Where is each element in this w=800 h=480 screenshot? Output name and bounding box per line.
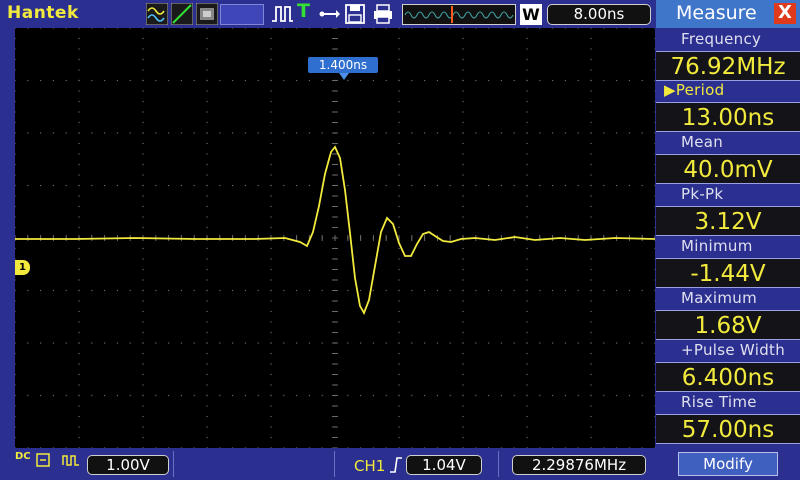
bandwidth-limit-icon xyxy=(36,453,50,467)
modify-button[interactable]: Modify xyxy=(678,452,778,476)
vector-mode-icon[interactable] xyxy=(171,3,193,25)
top-status-bar: Hantek T W 8.00ns xyxy=(0,0,656,28)
memory-waveform-preview xyxy=(404,6,514,23)
ch1-volts-per-div[interactable]: 1.00V xyxy=(87,455,169,475)
measure-value-period[interactable]: 13.00ns xyxy=(656,102,800,132)
measure-label-minimum: Minimum xyxy=(681,237,753,255)
brand-logo: Hantek xyxy=(7,3,79,23)
bottom-status-bar: DC 1.00V CH1 1.04V 2.29876MHz xyxy=(0,448,656,480)
measure-panel-header: Measure X xyxy=(656,0,800,28)
measure-value-maximum[interactable]: 1.68V xyxy=(656,310,800,340)
memory-position-strip[interactable] xyxy=(402,4,516,25)
measure-panel: Measure X Frequency 76.92MHz ▶Period 13.… xyxy=(656,0,800,480)
measure-label-frequency: Frequency xyxy=(681,30,762,48)
waveform-icon[interactable] xyxy=(146,3,168,25)
separator xyxy=(498,451,499,477)
measure-label-maximum: Maximum xyxy=(681,289,758,307)
measure-label-pulse-width: +Pulse Width xyxy=(681,341,786,359)
probe-icon xyxy=(62,455,79,466)
print-icon[interactable] xyxy=(372,3,394,25)
measure-value-rise-time[interactable]: 57.00ns xyxy=(656,414,800,444)
measure-label-period: ▶Period xyxy=(664,81,725,99)
memory-window-button[interactable]: W xyxy=(520,4,542,25)
measure-label-rise-time: Rise Time xyxy=(681,393,757,411)
measure-value-frequency[interactable]: 76.92MHz xyxy=(656,51,800,81)
waveform-display[interactable]: 1.400ns 1 xyxy=(15,28,655,448)
acquire-status-box xyxy=(220,4,264,25)
measure-panel-title: Measure xyxy=(676,2,757,24)
ch1-waveform xyxy=(15,145,655,316)
ch1-trace xyxy=(15,145,655,316)
trigger-mode-label: T xyxy=(297,0,310,22)
measure-value-mean[interactable]: 40.0mV xyxy=(656,154,800,184)
coupling-indicator: DC xyxy=(15,451,31,462)
measure-value-pulse-width[interactable]: 6.400ns xyxy=(656,362,800,392)
trigger-position-readout[interactable]: 1.400ns xyxy=(308,57,378,73)
persistence-icon[interactable] xyxy=(196,3,218,25)
trigger-edge-icon[interactable] xyxy=(270,3,294,25)
save-icon[interactable] xyxy=(344,3,366,25)
measure-value-minimum[interactable]: -1.44V xyxy=(656,258,800,288)
timebase-readout[interactable]: 8.00ns xyxy=(547,4,651,25)
trigger-source-label: CH1 xyxy=(354,457,386,475)
separator xyxy=(334,451,335,477)
trigger-position-arrow-icon xyxy=(339,73,349,80)
usb-icon xyxy=(319,10,340,18)
measure-label-mean: Mean xyxy=(681,133,724,151)
measure-value-pk-pk[interactable]: 3.12V xyxy=(656,206,800,236)
close-button[interactable]: X xyxy=(774,3,796,24)
rising-edge-icon xyxy=(390,457,402,473)
separator xyxy=(173,451,174,477)
measure-label-pk-pk: Pk-Pk xyxy=(681,185,724,203)
trigger-frequency-readout: 2.29876MHz xyxy=(512,455,646,475)
trigger-level-readout[interactable]: 1.04V xyxy=(406,455,482,475)
ch1-ground-marker[interactable]: 1 xyxy=(15,260,30,275)
